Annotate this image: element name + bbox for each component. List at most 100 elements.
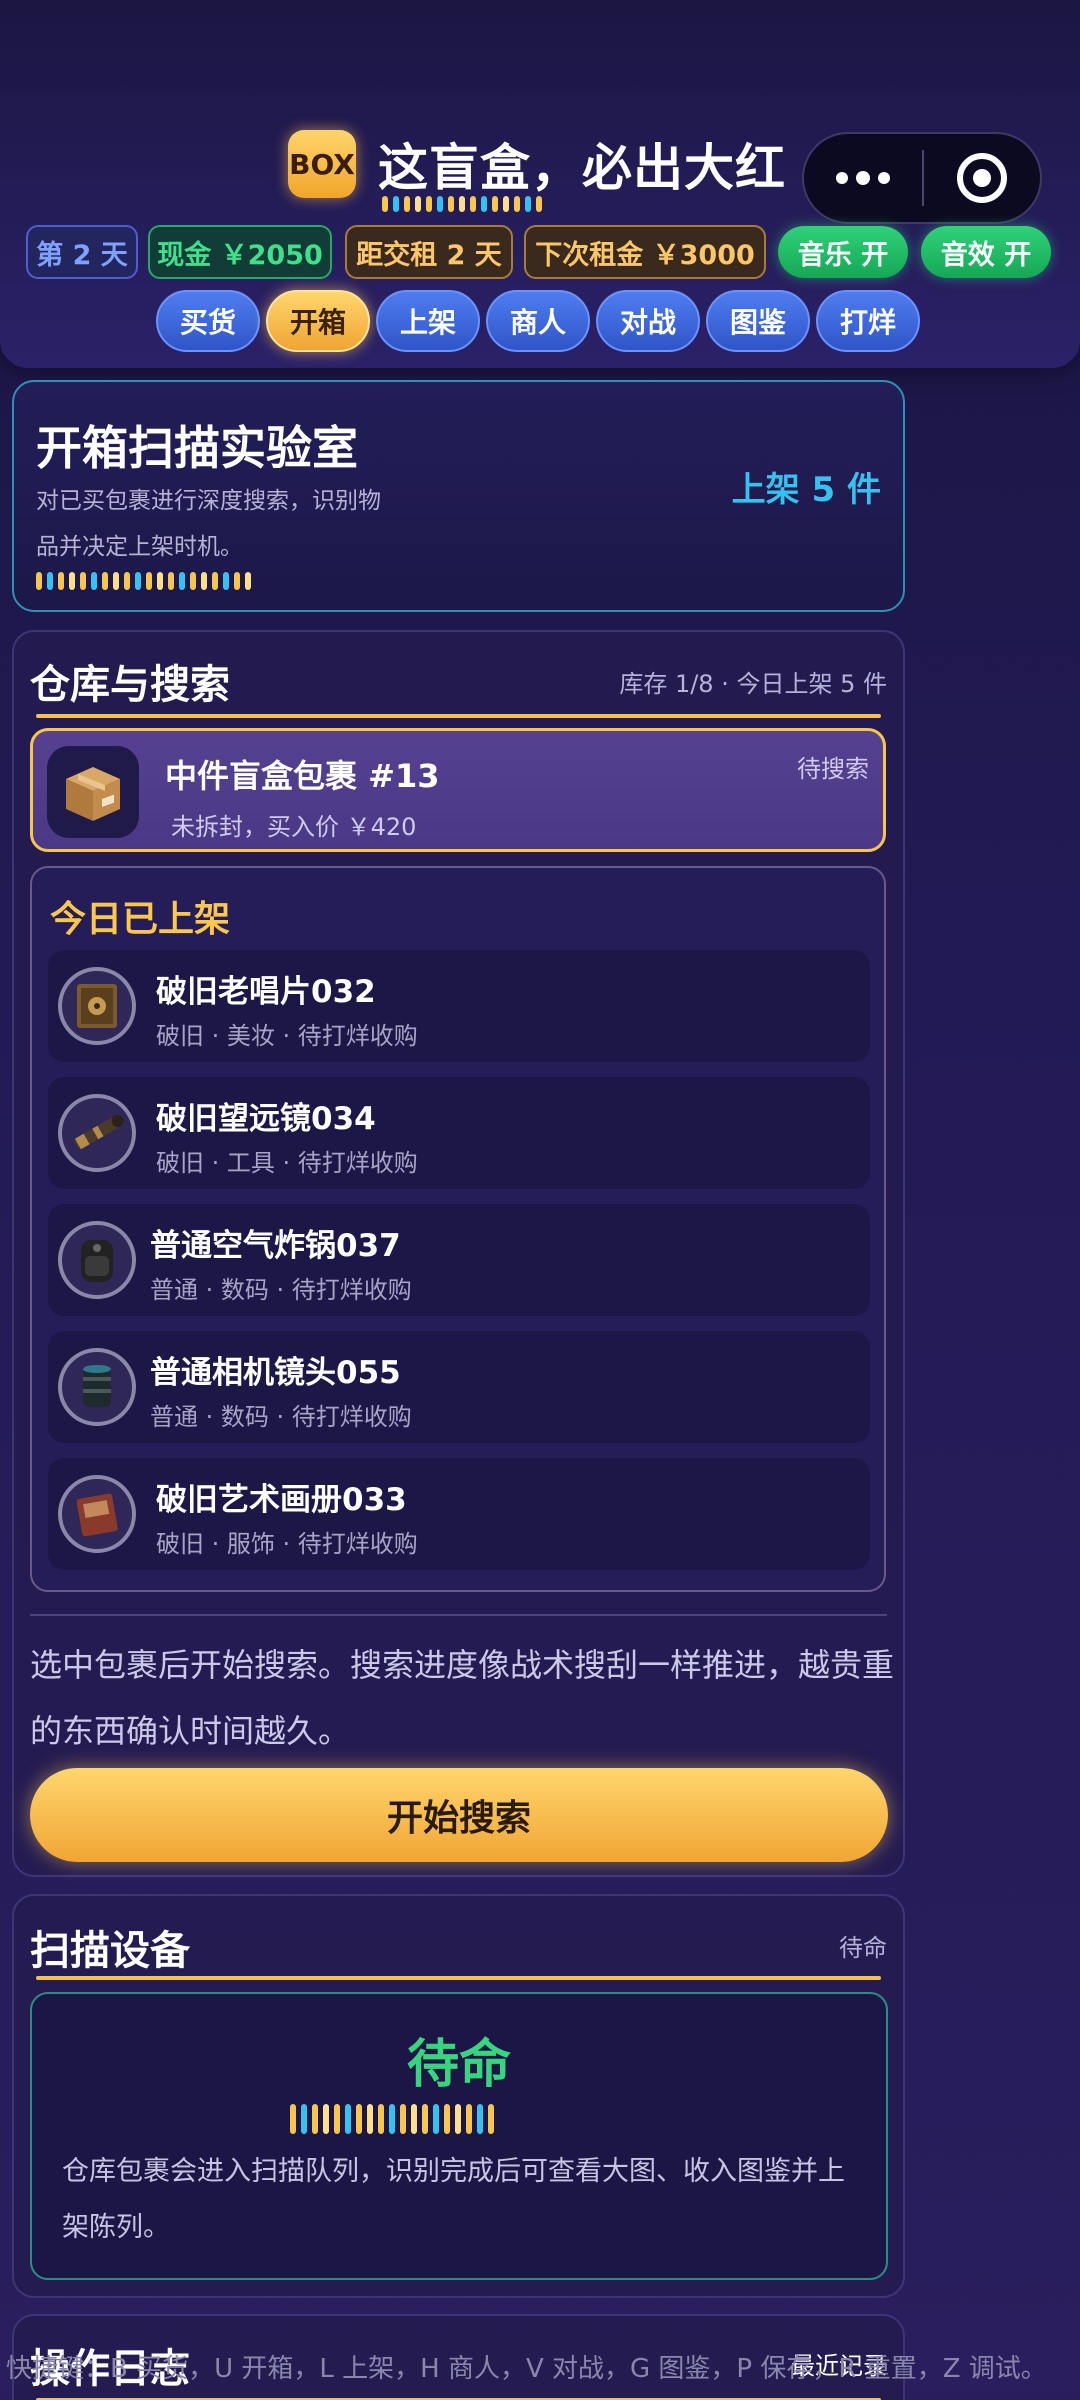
title-barcode-decoration bbox=[382, 196, 542, 212]
package-status: 待搜索 bbox=[797, 755, 869, 783]
storage-title: 仓库与搜索 bbox=[30, 662, 230, 708]
tab-close-shop[interactable]: 打烊 bbox=[816, 290, 920, 352]
barcode-stripe bbox=[437, 196, 443, 212]
storage-divider bbox=[36, 714, 881, 718]
barcode-stripe bbox=[179, 572, 185, 590]
barcode-stripe bbox=[415, 196, 421, 212]
box-logo: BOX bbox=[288, 130, 356, 198]
barcode-stripe bbox=[146, 572, 152, 590]
barcode-stripe bbox=[102, 572, 108, 590]
barcode-stripe bbox=[356, 2104, 362, 2134]
close-target-icon[interactable] bbox=[924, 153, 1040, 203]
scanner-description: 仓库包裹会进入扫描队列，识别完成后可查看大图、收入图鉴并上架陈列。 bbox=[62, 2156, 845, 2243]
barcode-stripe bbox=[190, 572, 196, 590]
start-search-button[interactable]: 开始搜索 bbox=[30, 1768, 888, 1862]
scanner-panel: 扫描设备 待命 待命 仓库包裹会进入扫描队列，识别完成后可查看大图、收入图鉴并上… bbox=[12, 1894, 905, 2298]
barcode-stripe bbox=[212, 572, 218, 590]
barcode-stripe bbox=[459, 196, 465, 212]
scanner-meta: 待命 bbox=[839, 1934, 887, 1962]
list-item[interactable]: 普通空气炸锅037 普通 · 数码 · 待打烊收购 bbox=[48, 1204, 870, 1316]
barcode-stripe bbox=[124, 572, 130, 590]
shelved-count-badge: 上架 5 件 bbox=[731, 470, 881, 510]
scanner-status-box: 待命 仓库包裹会进入扫描队列，识别完成后可查看大图、收入图鉴并上架陈列。 bbox=[30, 1992, 888, 2280]
barcode-stripe bbox=[234, 572, 240, 590]
music-toggle[interactable]: 音乐 开 bbox=[778, 226, 908, 278]
list-item[interactable]: 破旧老唱片032 破旧 · 美妆 · 待打烊收购 bbox=[48, 950, 870, 1062]
barcode-stripe bbox=[36, 572, 42, 590]
barcode-stripe bbox=[492, 196, 498, 212]
item-meta: 破旧 · 服饰 · 待打烊收购 bbox=[156, 1530, 418, 1558]
tab-shelve[interactable]: 上架 bbox=[376, 290, 480, 352]
scanner-divider bbox=[36, 1976, 881, 1980]
barcode-stripe bbox=[400, 2104, 406, 2134]
title-row: BOX 这盲盒，必出大红 bbox=[288, 128, 786, 200]
item-name: 普通相机镜头055 bbox=[150, 1355, 401, 1391]
air-fryer-icon bbox=[58, 1221, 136, 1299]
shelved-today-section: 今日已上架 破旧老唱片032 破旧 · 美妆 · 待打烊收购 破旧望远镜034 … bbox=[30, 866, 886, 1592]
barcode-stripe bbox=[223, 572, 229, 590]
scanner-barcode-decoration bbox=[290, 2104, 494, 2134]
scanner-state: 待命 bbox=[406, 2035, 511, 2095]
barcode-stripe bbox=[47, 572, 53, 590]
scanner-title: 扫描设备 bbox=[30, 1928, 190, 1974]
barcode-stripe bbox=[448, 196, 454, 212]
barcode-stripe bbox=[455, 2104, 461, 2134]
barcode-stripe bbox=[80, 572, 86, 590]
shelved-today-title: 今日已上架 bbox=[50, 899, 231, 940]
item-name: 破旧老唱片032 bbox=[156, 974, 376, 1010]
barcode-stripe bbox=[135, 572, 141, 590]
barcode-stripe bbox=[290, 2104, 296, 2134]
list-item[interactable]: 破旧望远镜034 破旧 · 工具 · 待打烊收购 bbox=[48, 1077, 870, 1189]
barcode-stripe bbox=[312, 2104, 318, 2134]
unbox-lab-card: 开箱扫描实验室 对已买包裹进行深度搜索，识别物品并决定上架时机。 上架 5 件 bbox=[12, 380, 905, 612]
item-meta: 普通 · 数码 · 待打烊收购 bbox=[150, 1403, 412, 1431]
hero-description: 对已买包裹进行深度搜索，识别物品并决定上架时机。 bbox=[36, 488, 381, 560]
more-icon[interactable] bbox=[804, 134, 922, 222]
barcode-stripe bbox=[503, 196, 509, 212]
barcode-stripe bbox=[323, 2104, 329, 2134]
telescope-icon bbox=[58, 1094, 136, 1172]
package-name: 中件盲盒包裹 #13 bbox=[165, 757, 440, 795]
hero-barcode-decoration bbox=[36, 572, 251, 590]
tab-merchant[interactable]: 商人 bbox=[486, 290, 590, 352]
item-meta: 破旧 · 工具 · 待打烊收购 bbox=[156, 1149, 418, 1177]
barcode-stripe bbox=[422, 2104, 428, 2134]
sfx-toggle[interactable]: 音效 开 bbox=[921, 226, 1051, 278]
barcode-stripe bbox=[444, 2104, 450, 2134]
list-item[interactable]: 破旧艺术画册033 破旧 · 服饰 · 待打烊收购 bbox=[48, 1458, 870, 1570]
storage-search-panel: 仓库与搜索 库存 1/8 · 今日上架 5 件 中件盲盒包裹 #13 未拆封，买… bbox=[12, 630, 905, 1877]
barcode-stripe bbox=[470, 196, 476, 212]
barcode-stripe bbox=[536, 196, 542, 212]
barcode-stripe bbox=[488, 2104, 494, 2134]
next-rent-badge: 下次租金 ￥3000 bbox=[524, 225, 766, 279]
barcode-stripe bbox=[345, 2104, 351, 2134]
item-name: 破旧艺术画册033 bbox=[156, 1482, 407, 1518]
top-header: BOX 这盲盒，必出大红 第 2 天 现金 ￥2050 距交租 2 天 下次租金… bbox=[0, 0, 1080, 368]
item-meta: 普通 · 数码 · 待打烊收购 bbox=[150, 1276, 412, 1304]
record-icon bbox=[58, 967, 136, 1045]
barcode-stripe bbox=[404, 196, 410, 212]
selected-package-card[interactable]: 中件盲盒包裹 #13 未拆封，买入价 ￥420 待搜索 bbox=[30, 728, 886, 852]
cash-badge: 现金 ￥2050 bbox=[148, 225, 332, 279]
search-description: 选中包裹后开始搜索。搜索进度像战术搜刮一样推进，越贵重的东西确认时间越久。 bbox=[30, 1646, 895, 1750]
mini-program-capsule bbox=[802, 132, 1042, 224]
tab-buy[interactable]: 买货 bbox=[156, 290, 260, 352]
barcode-stripe bbox=[477, 2104, 483, 2134]
main-tabs: 买货 开箱 上架 商人 对战 图鉴 打烊 bbox=[156, 290, 920, 352]
tab-battle[interactable]: 对战 bbox=[596, 290, 700, 352]
list-item[interactable]: 普通相机镜头055 普通 · 数码 · 待打烊收购 bbox=[48, 1331, 870, 1443]
tab-collection[interactable]: 图鉴 bbox=[706, 290, 810, 352]
app-title: 这盲盒，必出大红 bbox=[378, 139, 786, 197]
barcode-stripe bbox=[301, 2104, 307, 2134]
package-subtitle: 未拆封，买入价 ￥420 bbox=[171, 813, 417, 841]
barcode-stripe bbox=[389, 2104, 395, 2134]
tab-unbox[interactable]: 开箱 bbox=[266, 290, 370, 352]
storage-bottom-divider bbox=[30, 1614, 887, 1616]
barcode-stripe bbox=[426, 196, 432, 212]
storage-meta: 库存 1/8 · 今日上架 5 件 bbox=[619, 670, 887, 698]
barcode-stripe bbox=[382, 196, 388, 212]
day-badge: 第 2 天 bbox=[26, 225, 138, 279]
barcode-stripe bbox=[201, 572, 207, 590]
barcode-stripe bbox=[378, 2104, 384, 2134]
barcode-stripe bbox=[69, 572, 75, 590]
